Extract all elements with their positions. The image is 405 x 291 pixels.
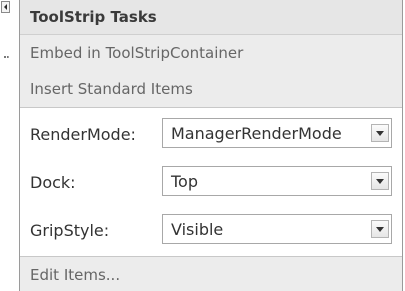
dock-label: Dock:	[30, 173, 76, 192]
gripstyle-dropdown[interactable]: Visible	[162, 214, 392, 244]
gripstyle-row: GripStyle: Visible	[20, 214, 402, 248]
embed-in-toolstripcontainer-link[interactable]: Embed in ToolStripContainer	[20, 35, 402, 71]
insert-standard-items-link[interactable]: Insert Standard Items	[20, 71, 402, 107]
rendermode-row: RenderMode: ManagerRenderMode	[20, 118, 402, 152]
rendermode-value: ManagerRenderMode	[171, 124, 342, 143]
toolstrip-tasks-panel: ToolStrip Tasks Embed in ToolStripContai…	[19, 0, 403, 291]
rendermode-dropdown[interactable]: ManagerRenderMode	[162, 118, 392, 148]
chevron-down-icon[interactable]	[371, 172, 389, 190]
properties-section: RenderMode: ManagerRenderMode Dock: Top …	[20, 107, 402, 257]
dock-row: Dock: Top	[20, 166, 402, 200]
dotted-grip-icon	[4, 56, 9, 61]
dock-value: Top	[171, 172, 198, 191]
gripstyle-label: GripStyle:	[30, 221, 110, 240]
edit-items-link[interactable]: Edit Items...	[20, 257, 402, 291]
chevron-down-icon[interactable]	[371, 220, 389, 238]
left-arrow-icon[interactable]	[1, 1, 10, 13]
designer-strip	[0, 0, 10, 291]
rendermode-label: RenderMode:	[30, 125, 136, 144]
gripstyle-value: Visible	[171, 220, 224, 239]
dock-dropdown[interactable]: Top	[162, 166, 392, 196]
panel-title: ToolStrip Tasks	[20, 0, 402, 35]
chevron-down-icon[interactable]	[371, 124, 389, 142]
